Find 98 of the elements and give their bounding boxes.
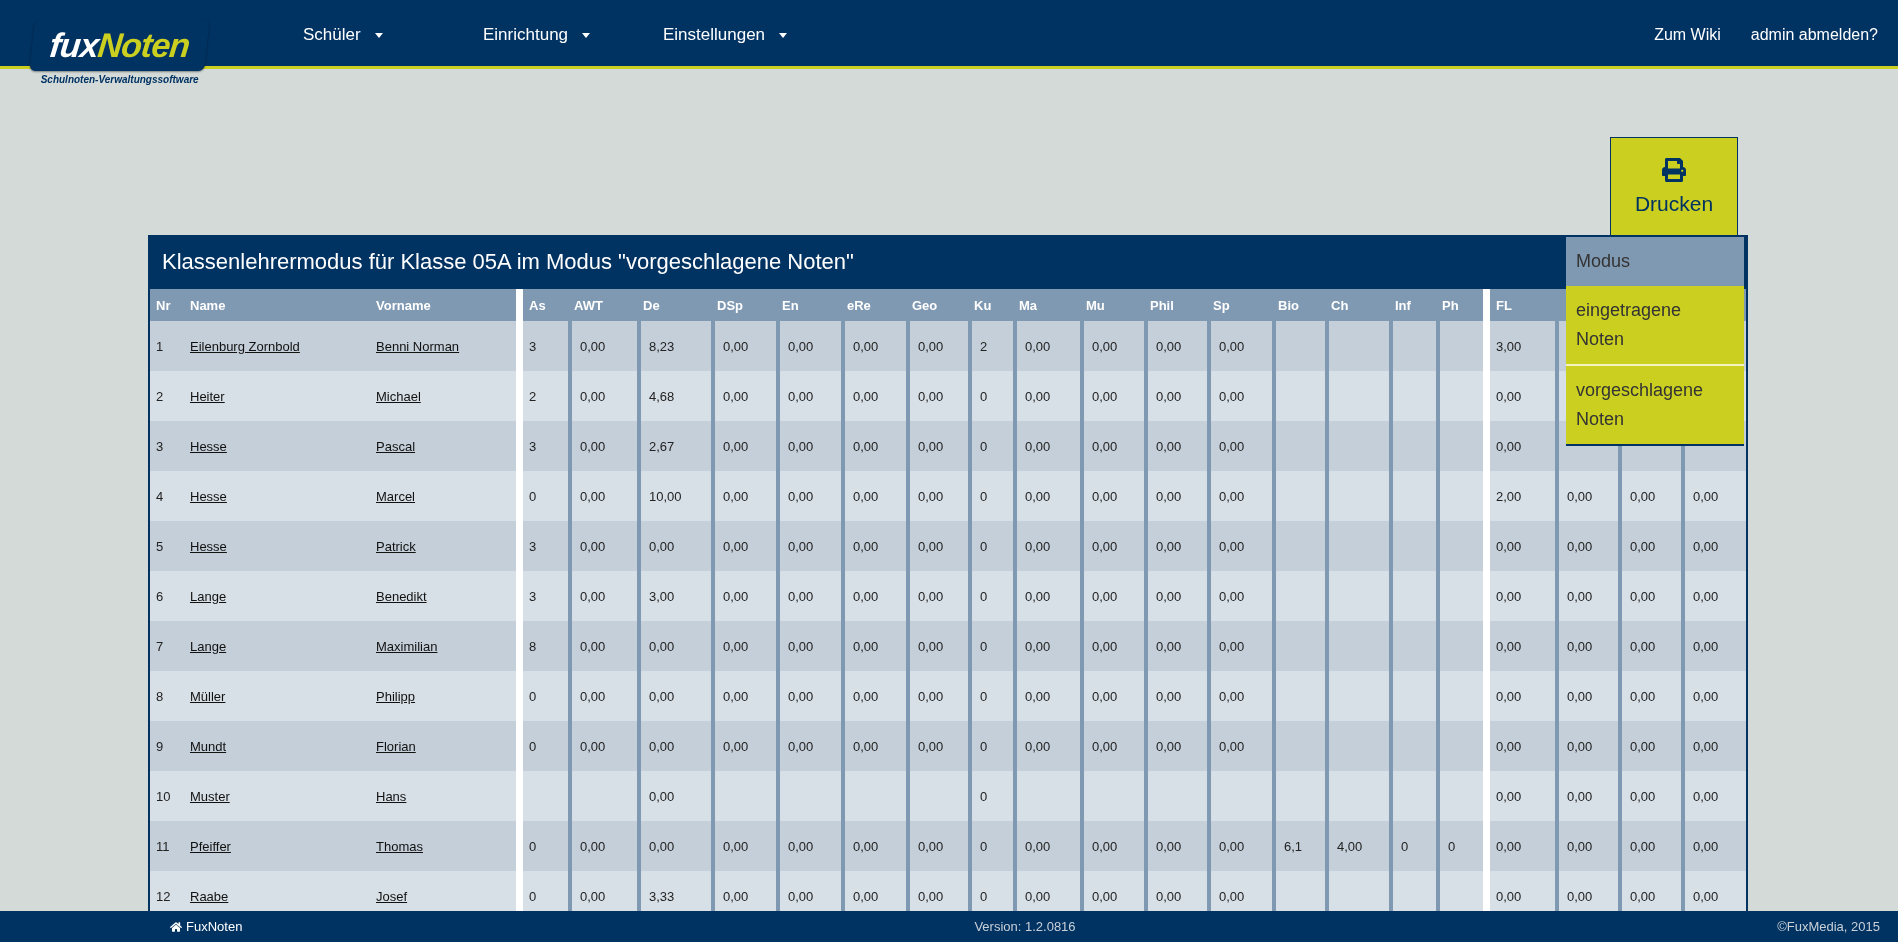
nav-menu[interactable]: Einrichtung xyxy=(483,25,663,45)
grade-cell-text: 0 xyxy=(528,837,538,856)
header-link[interactable]: admin abmelden? xyxy=(1750,26,1878,44)
name-link[interactable]: Lange xyxy=(190,638,227,654)
column-header: Ma xyxy=(1018,296,1039,315)
first-name-link[interactable]: Benedikt xyxy=(376,588,427,604)
grade-cell-text: 0,00 xyxy=(1495,637,1523,656)
dropdown-item[interactable]: eingetragene Noten xyxy=(1566,286,1744,364)
column-header: Bio xyxy=(1277,296,1300,315)
name-link[interactable]: Pfeiffer xyxy=(190,838,231,854)
first-name-link[interactable]: Patrick xyxy=(376,538,416,554)
table-cell-text: 5 xyxy=(155,537,165,556)
table-cell-text: 10 xyxy=(155,787,172,806)
first-name-link[interactable]: Pascal xyxy=(376,438,416,454)
grade-cell-text: 2,00 xyxy=(1495,487,1523,506)
column-header: Ch xyxy=(1330,296,1350,315)
table-cell-text: 4 xyxy=(155,487,165,506)
nav-menu[interactable]: Einstellungen xyxy=(663,25,843,45)
grade-cell-text: 0,00 xyxy=(1495,837,1523,856)
grade-cell-text: 0,00 xyxy=(1495,587,1523,606)
home-icon xyxy=(170,920,182,933)
grade-cell-text: 3 xyxy=(528,437,538,456)
copyright-text: ©FuxMedia, 2015 xyxy=(1777,919,1880,934)
logo-tagline: Schulnoten-Verwaltungssoftware xyxy=(40,74,199,85)
grade-cell-text: 3 xyxy=(528,587,538,606)
grade-cell-text: 0,00 xyxy=(1495,737,1523,756)
column-header: Ph xyxy=(1441,296,1460,315)
first-name-link[interactable]: Josef xyxy=(376,888,408,904)
table-cell-text: 9 xyxy=(155,737,165,756)
first-name-link[interactable]: Maximilian xyxy=(376,638,438,654)
table-cell-text: 11 xyxy=(155,837,171,856)
first-name-link[interactable]: Thomas xyxy=(376,838,423,854)
first-name-link[interactable]: Benni Norman xyxy=(376,338,460,354)
home-link[interactable]: FuxNoten xyxy=(170,919,243,934)
grade-cell-text: 0,00 xyxy=(1495,437,1523,456)
grade-cell-text: 0,00 xyxy=(1495,687,1523,706)
table-cell-text: 7 xyxy=(155,637,165,656)
grade-cell-text: 0 xyxy=(528,887,538,906)
grade-cell-text: 2 xyxy=(528,387,538,406)
first-name-link[interactable]: Marcel xyxy=(376,488,415,504)
grade-cell-text: 0,00 xyxy=(1495,387,1523,406)
column-header: De xyxy=(642,296,661,315)
grade-cell-text: 3 xyxy=(528,337,538,356)
column-header: En xyxy=(781,296,800,315)
grade-cell-text: 0 xyxy=(528,687,538,706)
column-header: As xyxy=(528,296,547,315)
name-link[interactable]: Hesse xyxy=(190,488,227,504)
caret-icon xyxy=(374,32,383,38)
name-link[interactable]: Hesse xyxy=(190,438,227,454)
grade-cell-text: 0,00 xyxy=(1495,537,1523,556)
table-cell-text: 8 xyxy=(155,687,165,706)
column-header: Phil xyxy=(1149,296,1175,315)
table-cell-text: 3 xyxy=(155,437,165,456)
table-cell-text: 6 xyxy=(155,587,165,606)
name-link[interactable]: Muster xyxy=(190,788,230,804)
grade-cell-text: 8 xyxy=(528,637,538,656)
logo-wordmark: fuxNoten xyxy=(29,20,210,71)
version-text: Version: 1.2.0816 xyxy=(974,919,1076,934)
caret-icon xyxy=(582,32,591,38)
name-link[interactable]: Heiter xyxy=(190,388,225,404)
column-header: Mu xyxy=(1085,296,1106,315)
grade-cell-text: 3,00 xyxy=(1495,337,1523,356)
column-header: DSp xyxy=(716,296,744,315)
grade-cell-text: 0 xyxy=(528,487,538,506)
column-header: Nr xyxy=(155,296,172,315)
print-button[interactable]: Drucken xyxy=(1610,137,1738,235)
column-header: Vorname xyxy=(375,296,432,315)
table-cell-text: 1 xyxy=(155,337,165,356)
name-link[interactable]: Raabe xyxy=(190,888,229,904)
printer-icon xyxy=(1662,157,1686,182)
column-header: eRe xyxy=(846,296,872,315)
caret-icon xyxy=(779,32,788,38)
table-cell-text: 2 xyxy=(155,387,165,406)
column-header: Sp xyxy=(1212,296,1231,315)
column-header: Ku xyxy=(973,296,993,315)
column-header: Name xyxy=(189,296,227,315)
grade-cell-text: 0,00 xyxy=(1495,787,1523,806)
dropdown-title: Modus xyxy=(1566,237,1744,286)
first-name-link[interactable]: Hans xyxy=(376,788,407,804)
name-link[interactable]: Lange xyxy=(190,588,227,604)
grade-cell-text: 3 xyxy=(528,537,538,556)
column-header: FL xyxy=(1495,296,1513,315)
nav-menu[interactable]: Schüler xyxy=(303,25,483,45)
first-name-link[interactable]: Florian xyxy=(376,738,416,754)
column-header: Inf xyxy=(1394,296,1412,315)
name-link[interactable]: Mundt xyxy=(190,738,227,754)
column-header: AWT xyxy=(573,296,604,315)
grade-cell-text: 0 xyxy=(528,737,538,756)
first-name-link[interactable]: Philipp xyxy=(376,688,416,704)
header-link[interactable]: Zum Wiki xyxy=(1654,26,1721,44)
first-name-link[interactable]: Michael xyxy=(376,388,421,404)
name-link[interactable]: Eilenburg Zornbold xyxy=(190,338,300,354)
name-link[interactable]: Hesse xyxy=(190,538,227,554)
grade-cell-text: 0,00 xyxy=(1495,887,1523,906)
table-cell-text: 12 xyxy=(155,887,172,906)
dropdown-item[interactable]: vorgeschlagene Noten xyxy=(1566,364,1744,444)
column-header: Geo xyxy=(911,296,939,315)
name-link[interactable]: Müller xyxy=(190,688,226,704)
